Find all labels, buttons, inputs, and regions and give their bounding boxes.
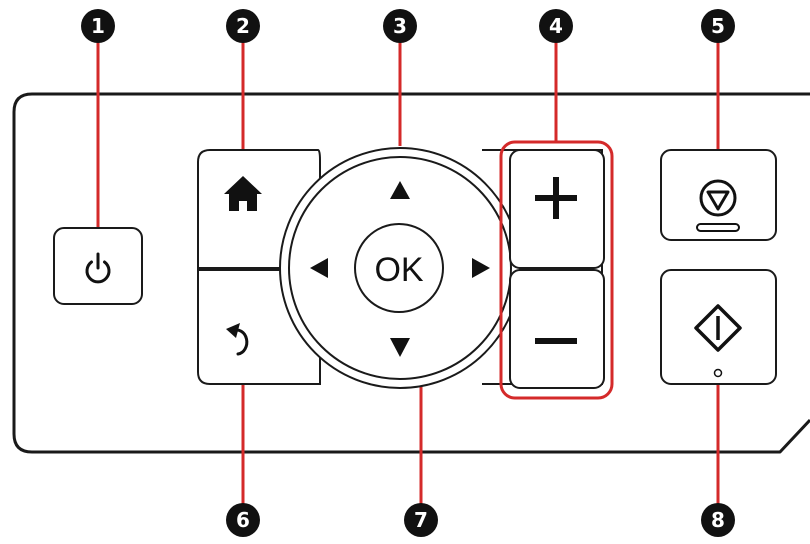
svg-text:7: 7 <box>414 508 428 532</box>
callout-badge-2: 2 <box>226 9 260 43</box>
callout-badge-5: 5 <box>701 9 735 43</box>
svg-text:3: 3 <box>393 14 407 38</box>
control-panel-diagram: OK 1 2 3 4 5 6 7 8 <box>12 9 810 537</box>
power-button[interactable] <box>53 227 143 305</box>
svg-text:8: 8 <box>711 508 725 532</box>
plus-button[interactable] <box>509 149 605 269</box>
callout-badge-8: 8 <box>701 503 735 537</box>
callout-badge-6: 6 <box>226 503 260 537</box>
svg-text:2: 2 <box>236 14 250 38</box>
svg-text:6: 6 <box>236 508 250 532</box>
minus-button[interactable] <box>509 269 605 389</box>
callout-badge-3: 3 <box>383 9 417 43</box>
ok-button-label: OK <box>374 251 423 289</box>
callout-badge-7: 7 <box>404 503 438 537</box>
svg-text:5: 5 <box>711 14 725 38</box>
svg-text:4: 4 <box>549 14 563 38</box>
stop-button[interactable] <box>660 149 777 241</box>
callout-badge-1: 1 <box>81 9 115 43</box>
start-button[interactable] <box>660 269 777 385</box>
callout-badge-4: 4 <box>539 9 573 43</box>
svg-text:1: 1 <box>91 14 105 38</box>
ok-button[interactable]: OK <box>354 223 444 313</box>
minus-icon <box>535 338 577 344</box>
